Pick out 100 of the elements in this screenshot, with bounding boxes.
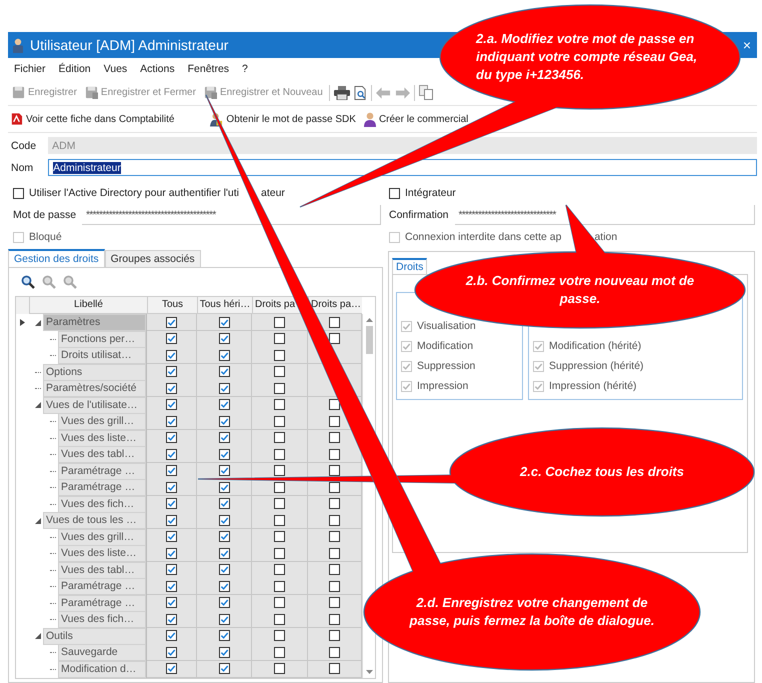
checkbox[interactable] [218, 663, 230, 674]
checkbox[interactable] [329, 614, 340, 624]
action-link[interactable]: Voir cette fiche dans Comptabilité [8, 112, 176, 126]
checkbox[interactable] [166, 514, 177, 526]
checkbox[interactable] [218, 366, 230, 377]
checkbox[interactable] [329, 531, 340, 542]
checkbox[interactable] [329, 663, 340, 674]
checkbox[interactable] [166, 580, 177, 592]
checkbox[interactable] [166, 382, 177, 394]
checkbox[interactable] [166, 564, 177, 575]
checkbox[interactable] [218, 350, 230, 360]
menu-item[interactable]: Fenêtres [188, 63, 230, 75]
checkbox[interactable] [274, 614, 285, 624]
checkbox[interactable] [13, 188, 24, 198]
checkbox[interactable] [218, 448, 230, 460]
action-link[interactable]: Créer le commercial [362, 112, 470, 126]
checkbox[interactable] [329, 514, 340, 526]
checkbox[interactable] [166, 350, 177, 360]
checkbox[interactable] [329, 597, 340, 608]
checkbox[interactable] [274, 448, 285, 460]
checkbox[interactable] [274, 482, 285, 492]
tree-item[interactable]: Vues des tabl… [58, 446, 146, 463]
tree-item[interactable]: Droits utilisat… [58, 347, 146, 364]
checkbox[interactable] [166, 548, 177, 558]
collapse-icon[interactable] [35, 518, 41, 524]
checkbox[interactable] [274, 382, 285, 394]
checkbox[interactable] [218, 382, 230, 394]
checkbox[interactable] [274, 646, 285, 658]
scroll-up-icon[interactable] [366, 318, 372, 322]
checkbox[interactable] [218, 465, 230, 476]
tree-item[interactable]: Paramétrage … [58, 594, 146, 612]
collapse-icon[interactable] [35, 633, 41, 639]
checkbox[interactable] [329, 399, 340, 410]
checkbox[interactable] [274, 399, 285, 410]
tree-item[interactable]: Vues des grill… [58, 528, 146, 546]
collapse-icon[interactable] [35, 402, 41, 408]
checkbox[interactable] [218, 646, 230, 658]
checkbox[interactable] [274, 514, 285, 526]
checkbox[interactable] [329, 482, 340, 492]
tree-item[interactable]: Options [43, 364, 146, 380]
tree-item[interactable]: Paramétrage … [58, 462, 146, 480]
checkbox[interactable] [218, 498, 230, 509]
tree-item[interactable]: Paramètres [43, 314, 146, 331]
checkbox[interactable] [166, 614, 177, 624]
checkbox[interactable] [329, 564, 340, 575]
checkbox[interactable] [274, 350, 285, 360]
checkbox[interactable] [274, 663, 285, 674]
checkbox[interactable] [218, 514, 230, 526]
menu-item[interactable]: ? [242, 63, 248, 75]
checkbox[interactable] [166, 498, 177, 509]
checkbox[interactable] [274, 597, 285, 608]
tree-item[interactable]: Vues des tabl… [58, 562, 146, 578]
checkbox[interactable] [166, 531, 177, 542]
tree-item[interactable]: Paramètres/société [43, 380, 146, 397]
tree-item[interactable]: Vues de l'utilisate… [43, 396, 146, 414]
checkbox[interactable] [274, 432, 285, 443]
tree-item[interactable]: Vues de tous les … [43, 512, 146, 529]
tree-item[interactable]: Vues des liste… [58, 430, 146, 446]
checkbox[interactable] [166, 366, 177, 377]
checkbox[interactable] [329, 465, 340, 476]
menu-item[interactable]: Édition [58, 63, 91, 75]
checkbox[interactable] [329, 448, 340, 460]
tree-item[interactable]: Fonctions per… [58, 330, 146, 348]
menu-item[interactable]: Fichier [14, 63, 46, 75]
checkbox[interactable] [218, 531, 230, 542]
tab[interactable]: Gestion des droits [8, 249, 105, 267]
checkbox[interactable] [218, 548, 230, 558]
checkbox[interactable] [274, 498, 285, 509]
checkbox[interactable] [329, 580, 340, 592]
checkbox[interactable] [166, 482, 177, 492]
menu-item[interactable]: Actions [140, 63, 175, 75]
checkbox[interactable] [218, 399, 230, 410]
tree-item[interactable]: Paramétrage … [58, 479, 146, 496]
checkbox[interactable] [218, 432, 230, 443]
checkbox[interactable] [218, 630, 230, 641]
printer-icon[interactable] [334, 86, 350, 100]
checkbox[interactable] [166, 448, 177, 460]
checkbox[interactable] [329, 316, 340, 328]
print-preview-icon[interactable] [354, 84, 367, 100]
checkbox[interactable] [274, 316, 285, 328]
checkbox[interactable] [329, 432, 340, 443]
checkbox[interactable] [166, 316, 177, 328]
checkbox[interactable] [166, 630, 177, 641]
checkbox[interactable] [274, 366, 285, 377]
tab[interactable]: Groupes associés [104, 250, 201, 267]
checkbox[interactable] [329, 630, 340, 641]
tree-item[interactable]: Modification d… [58, 660, 146, 678]
checkbox[interactable] [166, 416, 177, 426]
menu-item[interactable]: Vues [104, 63, 128, 75]
checkbox[interactable] [218, 416, 230, 426]
checkbox[interactable] [218, 316, 230, 328]
tree-item[interactable]: Sauvegarde [58, 644, 146, 661]
checkbox[interactable] [218, 564, 230, 575]
checkbox[interactable] [218, 597, 230, 608]
checkbox[interactable] [274, 333, 285, 344]
checkbox[interactable] [274, 564, 285, 575]
tree-item[interactable]: Vues des liste… [58, 545, 146, 562]
checkbox[interactable] [218, 482, 230, 492]
checkbox[interactable] [329, 548, 340, 558]
checkbox[interactable] [274, 531, 285, 542]
